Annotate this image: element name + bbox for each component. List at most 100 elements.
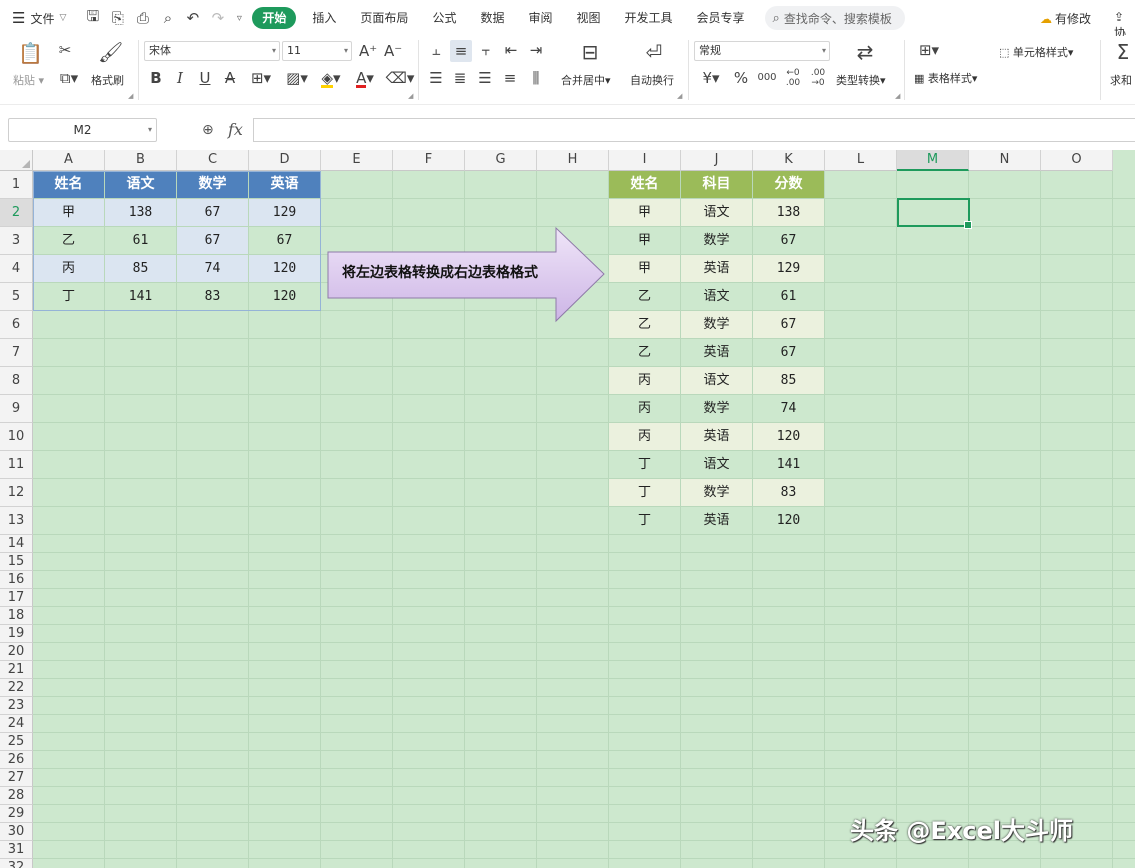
border-icon[interactable]: ⊞▾: [246, 70, 276, 86]
row-header-5[interactable]: 5: [0, 283, 33, 311]
row-header-17[interactable]: 17: [0, 589, 33, 607]
right-table-cell[interactable]: 数学: [681, 311, 752, 338]
right-table-cell[interactable]: 丙: [609, 395, 680, 422]
left-table-cell[interactable]: 67: [249, 227, 320, 254]
copy-icon[interactable]: ⧉▾: [54, 70, 84, 86]
increase-font-icon[interactable]: A⁺: [359, 43, 377, 59]
row-header-26[interactable]: 26: [0, 751, 33, 769]
increase-indent-icon[interactable]: ⇥: [527, 42, 545, 58]
left-table-cell[interactable]: 74: [177, 255, 248, 282]
row-header-29[interactable]: 29: [0, 805, 33, 823]
right-table-cell[interactable]: 甲: [609, 227, 680, 254]
fill-pattern-icon[interactable]: ▨▾: [282, 70, 312, 86]
tab-page-layout[interactable]: 页面布局: [348, 7, 420, 29]
right-table-cell[interactable]: 丁: [609, 507, 680, 534]
currency-icon[interactable]: ¥▾: [699, 70, 723, 86]
row-header-11[interactable]: 11: [0, 451, 33, 479]
align-top-icon[interactable]: ⫠: [428, 42, 444, 58]
row-header-6[interactable]: 6: [0, 311, 33, 339]
row-header-10[interactable]: 10: [0, 423, 33, 451]
align-middle-icon[interactable]: ≡: [450, 40, 472, 62]
column-header-d[interactable]: D: [249, 150, 321, 171]
tab-view[interactable]: 视图: [564, 7, 612, 29]
column-header-h[interactable]: H: [537, 150, 609, 171]
clear-format-icon[interactable]: ⌫▾: [385, 70, 415, 86]
tab-home[interactable]: 开始: [252, 7, 297, 29]
align-left-icon[interactable]: ☰: [428, 70, 444, 86]
right-table-cell[interactable]: 数学: [681, 395, 752, 422]
left-table-cell[interactable]: 120: [249, 283, 320, 310]
row-header-25[interactable]: 25: [0, 733, 33, 751]
row-header-4[interactable]: 4: [0, 255, 33, 283]
autosum-button[interactable]: 求和: [1110, 72, 1132, 88]
column-header-m[interactable]: M: [897, 150, 969, 171]
row-header-16[interactable]: 16: [0, 571, 33, 589]
format-painter-button[interactable]: 格式刷: [91, 72, 124, 88]
row-header-22[interactable]: 22: [0, 679, 33, 697]
right-table-cell[interactable]: 74: [753, 395, 824, 422]
modified-indicator[interactable]: ☁ 有修改: [1040, 10, 1091, 27]
undo-icon[interactable]: ↶: [180, 9, 205, 27]
row-header-32[interactable]: 32: [0, 859, 33, 868]
zoom-formula-icon[interactable]: ⊕: [202, 122, 214, 138]
right-table-cell[interactable]: 丙: [609, 423, 680, 450]
column-header-c[interactable]: C: [177, 150, 249, 171]
row-header-23[interactable]: 23: [0, 697, 33, 715]
name-box[interactable]: M2 ▾: [8, 118, 157, 142]
row-header-30[interactable]: 30: [0, 823, 33, 841]
number-launcher-icon[interactable]: ◢: [895, 92, 900, 100]
callout-arrow[interactable]: 将左边表格转换成右边表格格式: [326, 226, 606, 323]
select-all-corner[interactable]: [0, 150, 33, 171]
formula-input[interactable]: [253, 118, 1135, 142]
left-table-cell[interactable]: 83: [177, 283, 248, 310]
font-name-select[interactable]: 宋体 ▾: [144, 41, 280, 61]
bold-icon[interactable]: B: [148, 70, 164, 86]
type-convert-button[interactable]: 类型转换▾: [836, 72, 886, 88]
right-table-header[interactable]: 姓名: [609, 171, 680, 198]
row-header-1[interactable]: 1: [0, 171, 33, 199]
column-header-a[interactable]: A: [33, 150, 105, 171]
file-menu[interactable]: ☰ 文件 ▽: [12, 9, 66, 27]
left-table-cell[interactable]: 67: [177, 199, 248, 226]
wrap-text-icon[interactable]: ⏎: [641, 41, 667, 63]
left-table-cell[interactable]: 120: [249, 255, 320, 282]
print-preview-icon[interactable]: ⌕: [155, 9, 180, 27]
font-launcher-icon[interactable]: ◢: [408, 92, 413, 100]
decrease-decimal-icon[interactable]: .00 →0: [807, 68, 829, 88]
align-center-icon[interactable]: ≣: [452, 70, 468, 86]
wrap-text-button[interactable]: 自动换行: [630, 72, 674, 88]
strikethrough-icon[interactable]: A: [221, 70, 239, 86]
left-table-cell[interactable]: 丁: [33, 283, 104, 310]
column-header-i[interactable]: I: [609, 150, 681, 171]
column-header-e[interactable]: E: [321, 150, 393, 171]
left-table-cell[interactable]: 乙: [33, 227, 104, 254]
redo-icon[interactable]: ↷: [205, 9, 230, 27]
right-table-cell[interactable]: 乙: [609, 283, 680, 310]
font-size-select[interactable]: 11 ▾: [282, 41, 352, 61]
row-header-9[interactable]: 9: [0, 395, 33, 423]
tab-member[interactable]: 会员专享: [685, 7, 757, 29]
column-header-n[interactable]: N: [969, 150, 1041, 171]
column-header-l[interactable]: L: [825, 150, 897, 171]
left-table-header[interactable]: 语文: [105, 171, 176, 198]
right-table-header[interactable]: 科目: [681, 171, 752, 198]
column-header-o[interactable]: O: [1041, 150, 1113, 171]
right-table-cell[interactable]: 120: [753, 423, 824, 450]
row-header-20[interactable]: 20: [0, 643, 33, 661]
number-format-select[interactable]: 常规 ▾: [694, 41, 830, 61]
right-table-cell[interactable]: 120: [753, 507, 824, 534]
right-table-cell[interactable]: 138: [753, 199, 824, 226]
percent-icon[interactable]: %: [733, 70, 749, 86]
table-style-button[interactable]: ▦ 表格样式▾: [914, 70, 977, 86]
column-header-j[interactable]: J: [681, 150, 753, 171]
format-painter-icon[interactable]: 🖌: [98, 41, 123, 63]
column-header-k[interactable]: K: [753, 150, 825, 171]
left-table-cell[interactable]: 67: [177, 227, 248, 254]
tab-insert[interactable]: 插入: [300, 7, 348, 29]
command-search[interactable]: ⌕ 查找命令、搜索模板: [764, 6, 905, 30]
align-right-icon[interactable]: ☰: [477, 70, 493, 86]
font-color-icon[interactable]: A▾: [350, 70, 380, 88]
right-table-cell[interactable]: 甲: [609, 255, 680, 282]
right-table-cell[interactable]: 英语: [681, 255, 752, 282]
cell-style-button[interactable]: ⬚ 单元格样式▾: [999, 44, 1073, 60]
